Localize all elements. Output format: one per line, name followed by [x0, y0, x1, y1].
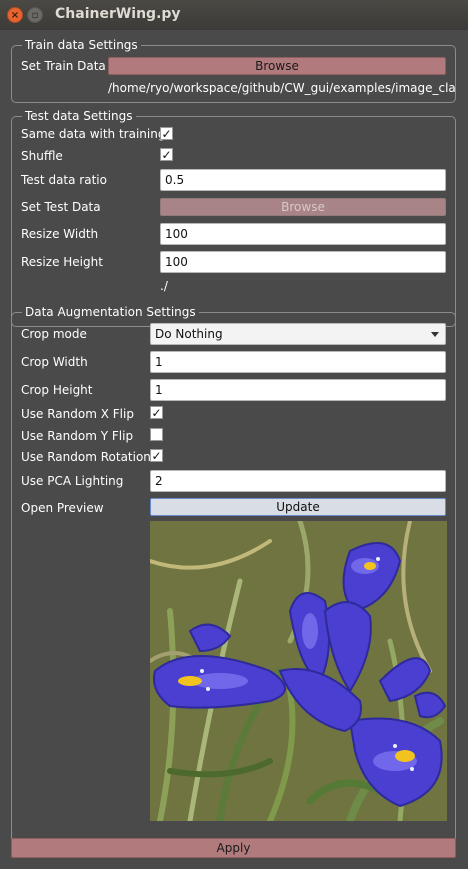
train-settings-group: Train data Settings Set Train Data Brows…	[11, 38, 456, 103]
main-panel: Train data Settings Set Train Data Brows…	[0, 30, 468, 869]
pca-lighting-label: Use PCA Lighting	[21, 474, 124, 488]
crop-mode-value: Do Nothing	[155, 327, 223, 341]
update-preview-button[interactable]: Update	[150, 498, 446, 516]
test-settings-group: Test data Settings Same data with traini…	[11, 109, 456, 327]
window-title: ChainerWing.py	[55, 6, 181, 22]
test-ratio-input[interactable]: 0.5	[160, 169, 446, 191]
same-data-label: Same data with training	[21, 127, 166, 141]
resize-width-label: Resize Width	[21, 227, 99, 241]
test-ratio-label: Test data ratio	[21, 173, 107, 187]
test-browse-button[interactable]: Browse	[160, 198, 446, 216]
close-button[interactable]: ×	[7, 7, 23, 23]
resize-height-label: Resize Height	[21, 255, 103, 269]
train-browse-button[interactable]: Browse	[108, 57, 446, 75]
rotation-checkbox[interactable]: ✓	[150, 449, 163, 462]
title-bar: × ▫ ChainerWing.py	[0, 0, 468, 30]
rotation-label: Use Random Rotation	[21, 450, 151, 464]
crop-height-input[interactable]: 1	[150, 379, 446, 401]
crop-width-label: Crop Width	[21, 355, 88, 369]
pca-lighting-input[interactable]: 2	[150, 470, 446, 492]
aug-group-title: Data Augmentation Settings	[22, 305, 199, 319]
set-train-data-label: Set Train Data	[21, 59, 106, 73]
crop-mode-label: Crop mode	[21, 327, 87, 341]
apply-button[interactable]: Apply	[11, 838, 456, 858]
crop-mode-select[interactable]: Do Nothing	[150, 323, 446, 345]
yflip-checkbox[interactable]	[150, 428, 163, 441]
xflip-label: Use Random X Flip	[21, 407, 134, 421]
shuffle-label: Shuffle	[21, 149, 63, 163]
flower-photo	[150, 521, 447, 821]
maximize-button[interactable]: ▫	[27, 7, 43, 23]
yflip-label: Use Random Y Flip	[21, 429, 134, 443]
resize-width-input[interactable]: 100	[160, 223, 446, 245]
train-path-text: /home/ryo/workspace/github/CW_gui/exampl…	[108, 81, 456, 95]
test-path-text: ./	[160, 279, 168, 293]
resize-height-input[interactable]: 100	[160, 251, 446, 273]
shuffle-checkbox[interactable]: ✓	[160, 148, 173, 161]
train-group-title: Train data Settings	[22, 38, 141, 52]
xflip-checkbox[interactable]: ✓	[150, 406, 163, 419]
test-group-title: Test data Settings	[22, 109, 136, 123]
augmentation-preview-image	[150, 521, 447, 821]
chevron-down-icon	[431, 332, 439, 337]
same-data-checkbox[interactable]: ✓	[160, 127, 173, 140]
set-test-data-label: Set Test Data	[21, 200, 101, 214]
crop-height-label: Crop Height	[21, 383, 93, 397]
open-preview-label: Open Preview	[21, 501, 104, 515]
crop-width-input[interactable]: 1	[150, 351, 446, 373]
